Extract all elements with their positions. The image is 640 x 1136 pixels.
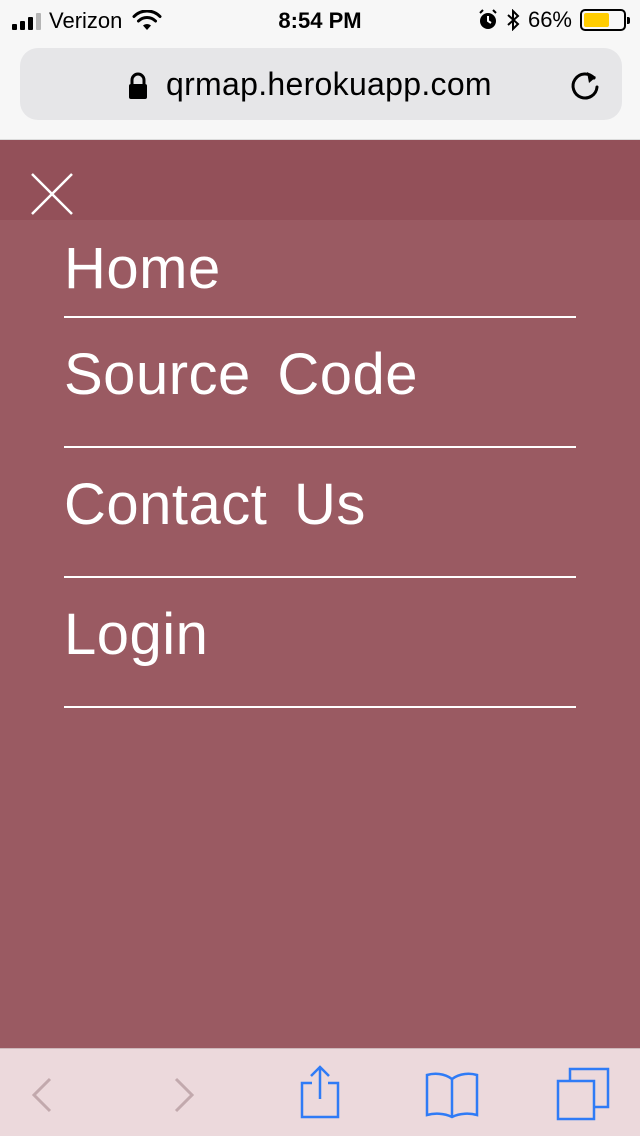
battery-percent: 66% (527, 7, 572, 32)
status-right: 66% (478, 7, 630, 33)
close-icon[interactable] (30, 172, 74, 216)
tabs-icon[interactable] (556, 1067, 610, 1121)
status-bar: Verizon 8:54 PM 66% (0, 0, 640, 40)
nav-item-home[interactable]: Home (64, 220, 576, 318)
bluetooth-icon (507, 9, 520, 31)
menu-header (0, 140, 640, 220)
back-icon[interactable] (28, 1075, 56, 1115)
battery-icon (580, 9, 630, 31)
reload-icon[interactable] (568, 68, 602, 102)
url-text[interactable]: qrmap.herokuapp.com (166, 66, 492, 103)
nav-list: Home Source Code Contact Us Login (64, 220, 576, 708)
alarm-icon (479, 9, 497, 29)
browser-address-area: qrmap.herokuapp.com (0, 40, 640, 140)
nav-item-source-code[interactable]: Source Code (64, 318, 576, 448)
share-icon[interactable] (298, 1065, 342, 1119)
url-field[interactable]: qrmap.herokuapp.com (20, 48, 622, 120)
lock-icon (129, 72, 147, 99)
bookmarks-icon[interactable] (424, 1071, 480, 1119)
browser-toolbar (0, 1048, 640, 1136)
nav-item-contact-us[interactable]: Contact Us (64, 448, 576, 578)
forward-icon[interactable] (170, 1075, 198, 1115)
battery-level (584, 13, 610, 27)
nav-item-login[interactable]: Login (64, 578, 576, 708)
nav-menu-overlay: Home Source Code Contact Us Login (0, 140, 640, 1048)
